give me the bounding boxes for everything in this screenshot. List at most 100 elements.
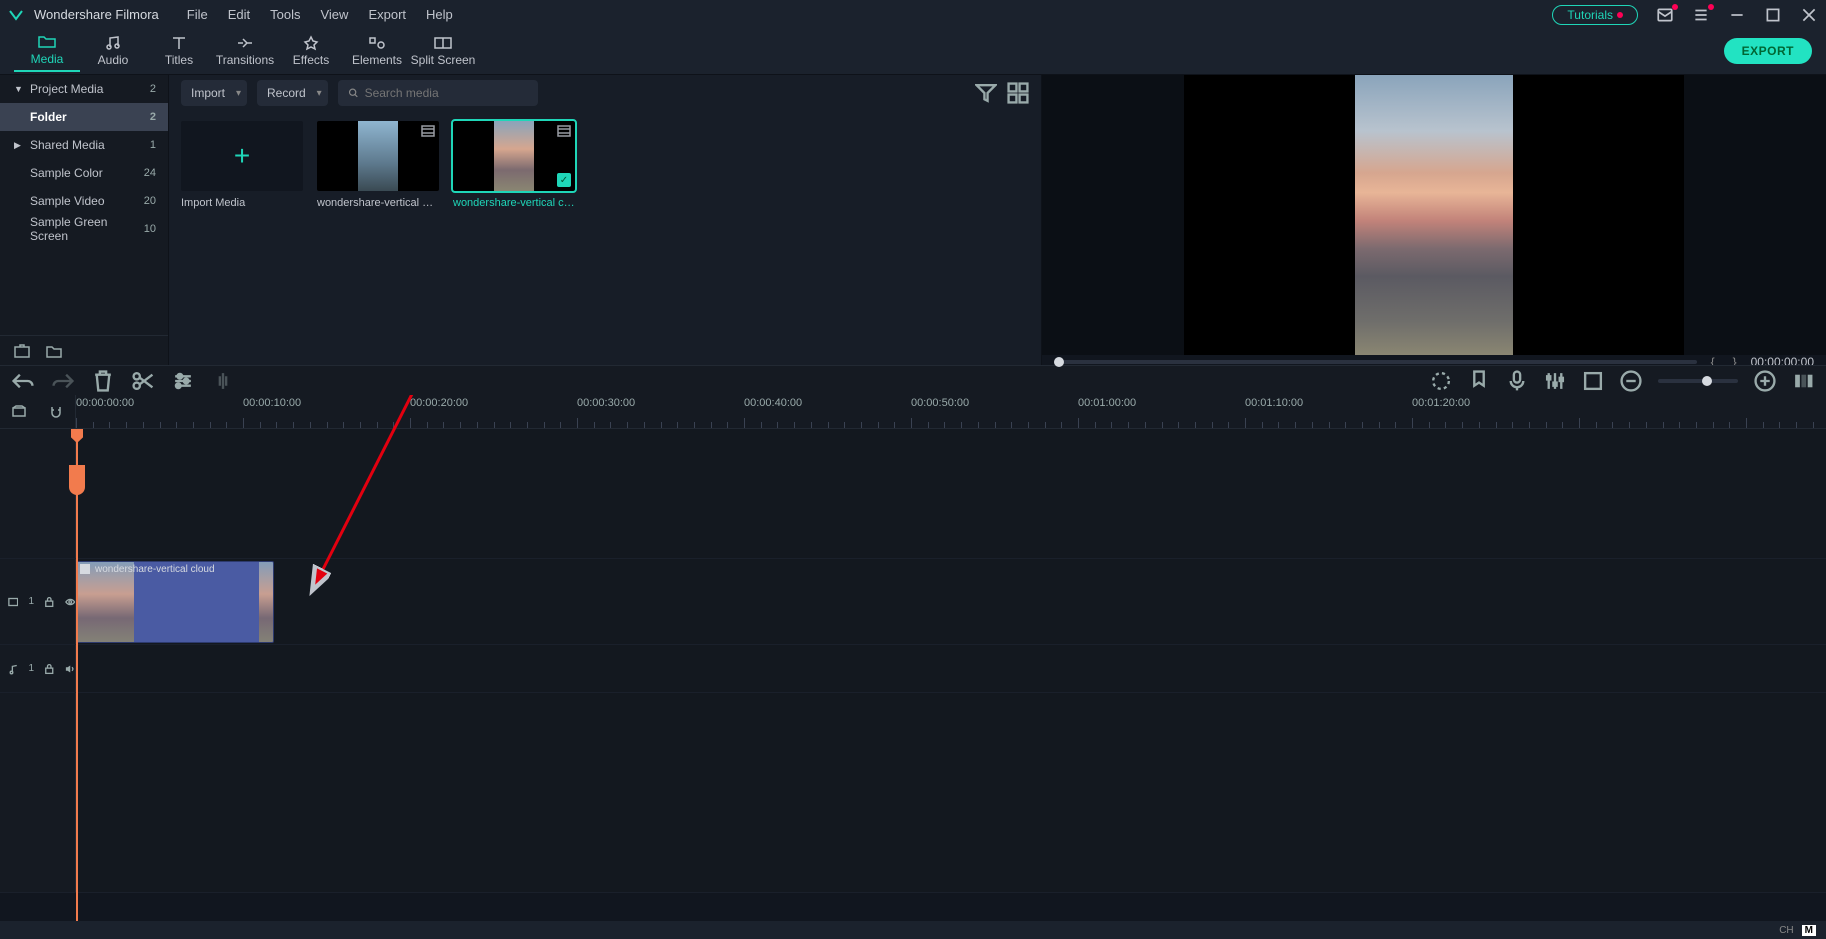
app-logo-icon: [8, 7, 24, 23]
audio-track-1[interactable]: 1: [0, 645, 1826, 693]
media-item[interactable]: wondershare-vertical pla...: [317, 121, 439, 209]
ruler-label: 00:00:40:00: [744, 397, 802, 409]
tutorials-button[interactable]: Tutorials: [1552, 5, 1638, 25]
new-folder-icon[interactable]: [46, 344, 62, 358]
sidebar-item-sample-video[interactable]: Sample Video 20: [0, 187, 168, 215]
filter-icon[interactable]: [975, 82, 997, 104]
marker-button[interactable]: [1468, 370, 1490, 392]
maximize-button[interactable]: [1764, 6, 1782, 24]
folder-icon: [37, 34, 57, 50]
ruler-label: 00:00:10:00: [243, 397, 301, 409]
menu-help[interactable]: Help: [426, 7, 453, 22]
timeline-options-button[interactable]: [8, 401, 30, 423]
search-icon: [348, 87, 359, 99]
module-effects[interactable]: Effects: [278, 30, 344, 72]
zoom-in-button[interactable]: [1754, 370, 1776, 392]
zoom-fit-button[interactable]: [1792, 370, 1814, 392]
media-item-label: wondershare-vertical pla...: [317, 197, 439, 209]
preview-frame: [1355, 75, 1513, 355]
module-transitions[interactable]: Transitions: [212, 30, 278, 72]
lock-icon[interactable]: [44, 663, 54, 675]
audio-stretch-button[interactable]: [212, 370, 234, 392]
eye-icon[interactable]: [65, 596, 75, 608]
sidebar-item-count: 20: [144, 195, 156, 207]
preview-viewport[interactable]: [1042, 75, 1826, 355]
undo-button[interactable]: [12, 370, 34, 392]
menu-tools[interactable]: Tools: [270, 7, 300, 22]
sidebar-item-folder[interactable]: Folder 2: [0, 103, 168, 131]
module-transitions-label: Transitions: [216, 53, 274, 67]
audio-mixer-button[interactable]: [1544, 370, 1566, 392]
magnet-snap-button[interactable]: [45, 401, 67, 423]
voiceover-button[interactable]: [1506, 370, 1528, 392]
sidebar-item-label: Project Media: [30, 82, 103, 96]
status-m: M: [1802, 925, 1816, 936]
timeline-clip[interactable]: wondershare-vertical cloud: [76, 561, 274, 643]
sidebar-item-sample-green-screen[interactable]: Sample Green Screen 10: [0, 215, 168, 243]
sidebar-item-label: Shared Media: [30, 138, 105, 152]
menu-view[interactable]: View: [320, 7, 348, 22]
menu-export[interactable]: Export: [368, 7, 406, 22]
crop-button[interactable]: [1582, 370, 1604, 392]
module-audio-label: Audio: [98, 53, 129, 67]
sidebar-footer: [0, 335, 168, 365]
clip-play-icon: [80, 564, 90, 574]
media-sidebar: ▼ Project Media 2 Folder 2 ▶ Shared Medi…: [0, 75, 168, 365]
menubar: File Edit Tools View Export Help: [187, 7, 453, 22]
record-dropdown[interactable]: Record: [257, 80, 328, 106]
playhead[interactable]: [76, 429, 78, 921]
close-button[interactable]: [1800, 6, 1818, 24]
delete-button[interactable]: [92, 370, 114, 392]
clip-icon: [421, 125, 435, 137]
speaker-icon[interactable]: [65, 663, 75, 675]
module-elements[interactable]: Elements: [344, 30, 410, 72]
music-icon: [103, 35, 123, 51]
zoom-out-button[interactable]: [1620, 370, 1642, 392]
export-button[interactable]: EXPORT: [1724, 38, 1812, 64]
status-ch: CH: [1779, 925, 1793, 936]
media-search[interactable]: [338, 80, 538, 106]
clip-icon: [557, 125, 571, 137]
module-split-screen[interactable]: Split Screen: [410, 30, 476, 72]
scrub-slider[interactable]: [1054, 360, 1697, 364]
edit-properties-button[interactable]: [172, 370, 194, 392]
import-dropdown[interactable]: Import: [181, 80, 247, 106]
timeline-zoom-slider[interactable]: [1658, 379, 1738, 383]
sidebar-item-sample-color[interactable]: Sample Color 24: [0, 159, 168, 187]
menu-edit[interactable]: Edit: [228, 7, 250, 22]
redo-button[interactable]: [52, 370, 74, 392]
grid-view-icon[interactable]: [1007, 82, 1029, 104]
split-button[interactable]: [132, 370, 154, 392]
messages-icon[interactable]: [1656, 6, 1674, 24]
module-media-label: Media: [31, 52, 64, 66]
ruler-label: 00:01:00:00: [1078, 397, 1136, 409]
menu-file[interactable]: File: [187, 7, 208, 22]
track-spacer[interactable]: [0, 693, 1826, 893]
track-spacer[interactable]: [0, 429, 1826, 559]
video-track-icon: [8, 596, 18, 608]
video-track-1[interactable]: 1 wondershare-vertical cloud: [0, 559, 1826, 645]
media-import-tile[interactable]: + Import Media: [181, 121, 303, 209]
sidebar-item-project-media[interactable]: ▼ Project Media 2: [0, 75, 168, 103]
ruler-label: 00:00:50:00: [911, 397, 969, 409]
module-media[interactable]: Media: [14, 30, 80, 72]
module-titles[interactable]: Titles: [146, 30, 212, 72]
text-icon: [169, 35, 189, 51]
search-input[interactable]: [365, 86, 528, 100]
media-toolbar: Import Record: [169, 75, 1041, 111]
lock-icon[interactable]: [44, 596, 54, 608]
media-item[interactable]: ✓ wondershare-vertical clo...: [453, 121, 575, 209]
check-icon: ✓: [557, 173, 571, 187]
render-preview-button[interactable]: [1430, 370, 1452, 392]
ruler-label: 00:00:20:00: [410, 397, 468, 409]
statusbar: CH M: [0, 921, 1826, 939]
module-audio[interactable]: Audio: [80, 30, 146, 72]
new-bin-icon[interactable]: [14, 344, 30, 358]
timeline-ruler[interactable]: 00:00:00:0000:00:10:0000:00:20:0000:00:3…: [0, 395, 1826, 429]
media-browser: ◀ Import Record + Import Media: [168, 75, 1041, 365]
module-titles-label: Titles: [165, 53, 193, 67]
sidebar-item-shared-media[interactable]: ▶ Shared Media 1: [0, 131, 168, 159]
minimize-button[interactable]: [1728, 6, 1746, 24]
tasks-icon[interactable]: [1692, 6, 1710, 24]
sidebar-item-count: 2: [150, 111, 156, 123]
